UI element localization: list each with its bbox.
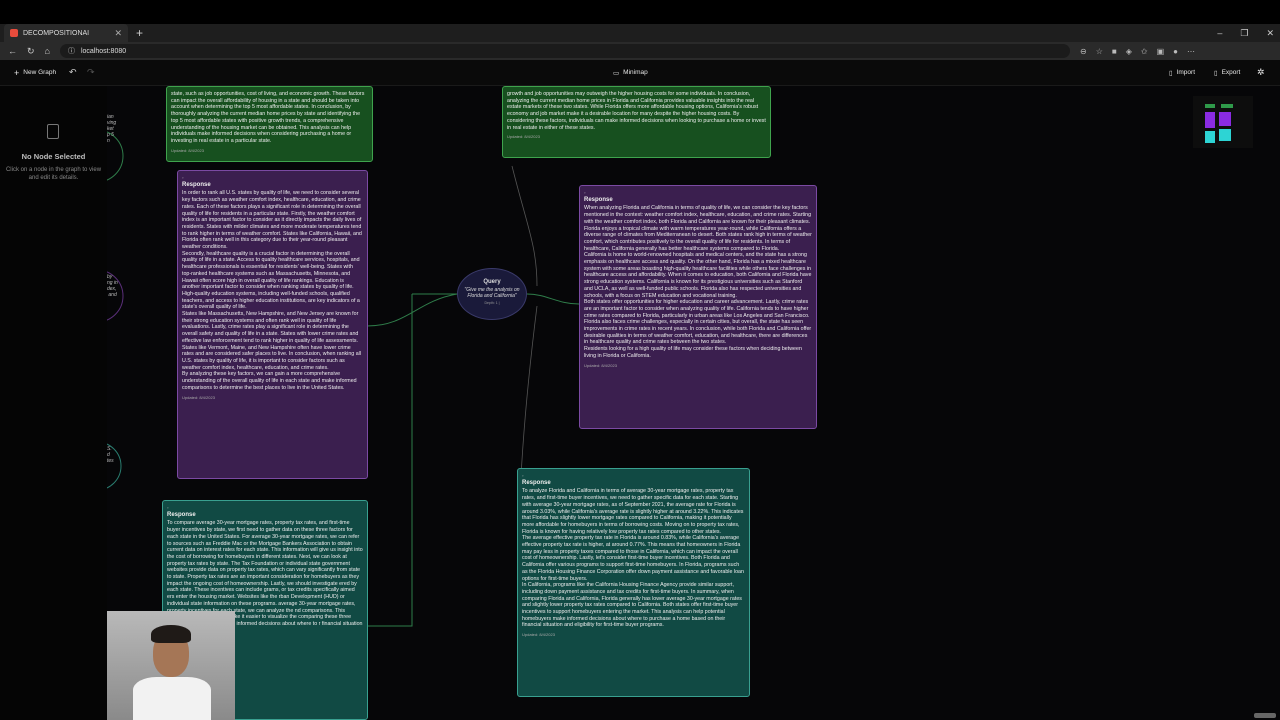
new-graph-label: New Graph	[23, 69, 57, 76]
import-icon: ▯	[1169, 69, 1173, 77]
minimap-icon: ▭	[613, 69, 620, 77]
close-window-button[interactable]: ✕	[1266, 28, 1274, 39]
export-icon: ▯	[1214, 69, 1218, 77]
node-body: To analyze Florida and California in ter…	[522, 488, 744, 629]
site-info-icon[interactable]: ⓘ	[68, 46, 75, 56]
document-icon	[47, 124, 59, 139]
new-tab-button[interactable]: +	[136, 26, 143, 40]
presenter-hair	[151, 625, 191, 643]
plus-icon: +	[14, 67, 20, 78]
node-handle-icon: ▫	[584, 190, 586, 195]
node-updated: Updated: 8/4/2023	[507, 134, 540, 140]
app-toolbar: + New Graph ↶ ↷ ▭ Minimap ▯ Import ▯ Exp…	[0, 60, 1280, 86]
node-handle-icon: ▫	[522, 473, 524, 478]
offscreen-fragment: S. d tes	[107, 446, 114, 464]
horizontal-scrollbar[interactable]	[1254, 713, 1276, 718]
extension-icon[interactable]: ■	[1112, 47, 1117, 56]
node-handle-icon: ▫	[167, 505, 169, 510]
more-menu-icon[interactable]: ⋯	[1187, 47, 1195, 56]
node-updated: Updated: 8/4/2023	[584, 362, 617, 368]
back-icon[interactable]: ←	[8, 46, 17, 56]
tab-title: DECOMPOSITIONAI	[23, 29, 90, 37]
new-graph-button[interactable]: + New Graph	[14, 68, 56, 78]
node-updated: Updated: 8/4/2023	[182, 394, 215, 400]
edge	[526, 293, 580, 305]
node-updated: Updated: 8/4/2023	[171, 147, 204, 153]
minimap-node	[1205, 112, 1215, 128]
minimap-label: Minimap	[623, 69, 648, 76]
reload-icon[interactable]: ↻	[27, 46, 35, 57]
minimap-node	[1221, 104, 1233, 108]
node-updated: Updated: 8/4/2023	[522, 632, 555, 638]
response-node[interactable]: state, such as job opportunities, cost o…	[166, 86, 373, 162]
minimap-node	[1219, 129, 1231, 141]
url-text: localhost:8080	[80, 47, 127, 55]
settings-gear-icon[interactable]: ✲	[1257, 67, 1265, 78]
browser-tab[interactable]: DECOMPOSITIONAI ✕	[4, 24, 128, 42]
presenter-shirt	[133, 677, 211, 720]
zoom-icon[interactable]: ⊖	[1080, 47, 1087, 56]
node-body: state, such as job opportunities, cost o…	[171, 91, 365, 144]
response-node[interactable]: ▫ Response When analyzing Florida and Ca…	[579, 185, 817, 429]
response-node[interactable]: ▫ Response In order to rank all U.S. sta…	[177, 170, 368, 479]
import-label: Import	[1176, 69, 1195, 76]
query-text: "Give me the analysis on Florida and Cal…	[464, 287, 520, 299]
export-label: Export	[1221, 69, 1241, 76]
browser-tabstrip: DECOMPOSITIONAI ✕ + – ❐ ✕	[0, 24, 1280, 42]
graph-canvas[interactable]: ian ving ket p 5 n by ng in dex, and S. …	[107, 86, 1280, 720]
edge	[367, 294, 413, 627]
offscreen-fragment: ian ving ket p 5 n	[107, 114, 117, 144]
details-sidebar: No Node Selected Click on a node in the …	[0, 86, 107, 720]
query-meta: Depth: 1 |	[484, 301, 500, 305]
minimap-node	[1219, 112, 1231, 126]
url-field[interactable]: ⓘ localhost:8080	[59, 44, 1070, 58]
query-node[interactable]: Query "Give me the analysis on Florida a…	[457, 268, 527, 320]
minimap-panel[interactable]	[1193, 96, 1253, 148]
favorites-icon[interactable]: ✩	[1141, 47, 1148, 56]
response-node[interactable]: growth and job opportunities may outweig…	[502, 86, 771, 158]
minimap-toggle[interactable]: ▭ Minimap	[613, 69, 648, 77]
sidebar-title: No Node Selected	[21, 152, 86, 161]
minimap-node	[1205, 104, 1215, 108]
collections-icon[interactable]: ▣	[1157, 47, 1165, 56]
profile-icon[interactable]: ●	[1173, 47, 1178, 56]
node-body: In order to rank all U.S. states by qual…	[182, 190, 362, 391]
minimize-button[interactable]: –	[1217, 28, 1222, 38]
redo-icon[interactable]: ↷	[87, 67, 95, 78]
export-button[interactable]: ▯ Export	[1214, 69, 1240, 77]
minimap-node	[1205, 131, 1215, 143]
edge	[511, 165, 538, 287]
node-body: When analyzing Florida and California in…	[584, 205, 812, 359]
node-header: Response	[167, 511, 196, 518]
import-button[interactable]: ▯ Import	[1169, 69, 1195, 77]
home-icon[interactable]: ⌂	[45, 46, 50, 56]
node-handle-icon: ▫	[182, 175, 184, 180]
address-bar-row: ← ↻ ⌂ ⓘ localhost:8080 ⊖ ☆ ■ ◈ ✩ ▣ ● ⋯	[0, 42, 1280, 60]
window-controls: – ❐ ✕	[1217, 24, 1274, 42]
maximize-button[interactable]: ❐	[1240, 28, 1248, 39]
node-header: Response	[522, 479, 551, 486]
node-header: Response	[182, 181, 211, 188]
puzzle-icon[interactable]: ◈	[1126, 47, 1132, 56]
response-node[interactable]: ▫ Response To analyze Florida and Califo…	[517, 468, 750, 697]
tab-close-icon[interactable]: ✕	[114, 28, 122, 39]
node-body: growth and job opportunities may outweig…	[507, 91, 766, 131]
webcam-overlay	[107, 611, 235, 720]
favicon-icon	[10, 29, 18, 37]
node-header: Response	[584, 196, 613, 203]
screen-top-band	[0, 0, 1280, 24]
offscreen-fragment: by ng in dex, and	[107, 274, 118, 298]
bookmark-star-icon[interactable]: ☆	[1096, 47, 1103, 56]
extension-icons: ⊖ ☆ ■ ◈ ✩ ▣ ● ⋯	[1080, 47, 1195, 56]
undo-icon[interactable]: ↶	[69, 67, 77, 78]
sidebar-help-text: Click on a node in the graph to view and…	[5, 167, 102, 181]
